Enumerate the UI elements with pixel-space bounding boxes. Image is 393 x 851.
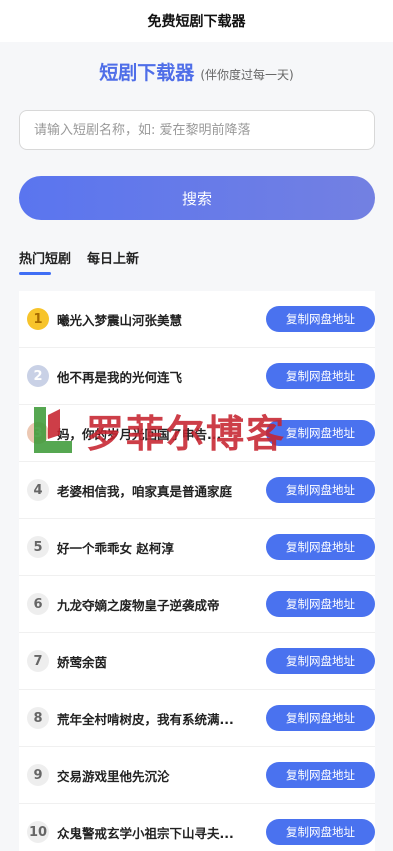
navbar-title: 免费短剧下载器 [147,14,246,30]
list-item: 10 众鬼警戒玄学小祖宗下山寻夫... 复制网盘地址 [19,804,375,851]
copy-link-button[interactable]: 复制网盘地址 [266,591,375,617]
list-item: 8 荒年全村啃树皮，我有系统满... 复制网盘地址 [19,690,375,747]
rank-badge: 2 [27,365,49,387]
copy-link-button[interactable]: 复制网盘地址 [266,363,375,389]
tab-hot[interactable]: 热门短剧 [19,248,71,278]
copy-link-button[interactable]: 复制网盘地址 [266,420,375,446]
drama-title: 老婆相信我，咱家真是普通家庭 [57,483,233,499]
copy-link-button[interactable]: 复制网盘地址 [266,648,375,674]
brand-subtitle: (伴你度过每一天) [200,68,294,82]
drama-title: 荒年全村啃树皮，我有系统满... [57,711,234,727]
drama-list: 1 曦光入梦震山河张美慧 复制网盘地址 2 他不再是我的光何连飞 复制网盘地址 … [19,291,375,851]
drama-title: 他不再是我的光何连飞 [57,369,183,385]
list-item: 4 老婆相信我，咱家真是普通家庭 复制网盘地址 [19,462,375,519]
rank-badge: 10 [27,821,49,843]
list-item: 1 曦光入梦震山河张美慧 复制网盘地址 [19,291,375,348]
brand-name: 短剧下载器 [99,62,195,84]
rank-badge: 1 [27,308,49,330]
rank-badge: 3 [27,422,49,444]
copy-link-button[interactable]: 复制网盘地址 [266,306,375,332]
search-input[interactable] [20,111,374,149]
drama-title: 好一个乖乖女 赵柯淳 [57,540,174,556]
tab-daily-new[interactable]: 每日上新 [87,248,139,278]
navbar: 免费短剧下载器 [0,0,393,42]
list-item: 6 九龙夺嫡之废物皇子逆袭成帝 复制网盘地址 [19,576,375,633]
drama-title: 众鬼警戒玄学小祖宗下山寻夫... [57,825,234,841]
copy-link-button[interactable]: 复制网盘地址 [266,477,375,503]
search-button[interactable]: 搜索 [19,176,375,220]
drama-title: 曦光入梦震山河张美慧 [57,312,183,328]
drama-title: 九龙夺嫡之废物皇子逆袭成帝 [57,597,220,613]
copy-link-button[interactable]: 复制网盘地址 [266,762,375,788]
drama-title: 妈，你的岁月光回国了申告... [57,426,222,442]
list-item: 2 他不再是我的光何连飞 复制网盘地址 [19,348,375,405]
copy-link-button[interactable]: 复制网盘地址 [266,534,375,560]
drama-title: 交易游戏里他先沉沦 [57,768,170,784]
list-item: 5 好一个乖乖女 赵柯淳 复制网盘地址 [19,519,375,576]
search-box [19,110,375,150]
rank-badge: 9 [27,764,49,786]
list-item: 3 妈，你的岁月光回国了申告... 复制网盘地址 [19,405,375,462]
brand-header: 短剧下载器 (伴你度过每一天) [0,58,393,88]
rank-badge: 4 [27,479,49,501]
rank-badge: 6 [27,593,49,615]
list-item: 9 交易游戏里他先沉沦 复制网盘地址 [19,747,375,804]
drama-title: 娇莺余茵 [57,654,108,670]
list-item: 7 娇莺余茵 复制网盘地址 [19,633,375,690]
rank-badge: 8 [27,707,49,729]
copy-link-button[interactable]: 复制网盘地址 [266,705,375,731]
copy-link-button[interactable]: 复制网盘地址 [266,819,375,845]
rank-badge: 5 [27,536,49,558]
rank-badge: 7 [27,650,49,672]
tab-bar: 热门短剧 每日上新 [19,248,374,278]
